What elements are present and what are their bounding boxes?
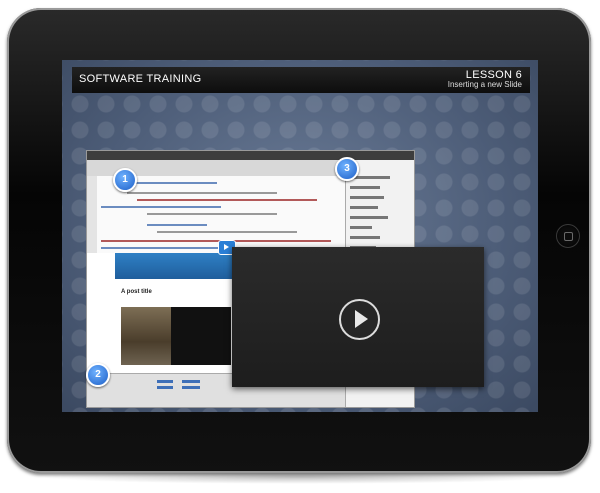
- panel-row: [350, 196, 384, 199]
- lesson-number: LESSON 6: [465, 69, 522, 81]
- lesson-info: LESSON 6 Inserting a new Slide: [447, 69, 522, 90]
- callout-marker-1: 1: [113, 168, 137, 192]
- code-line: [147, 213, 277, 215]
- play-icon: [355, 310, 368, 328]
- link-chip: [182, 380, 200, 383]
- callout-marker-2: 2: [86, 363, 110, 387]
- post-title: A post title: [121, 289, 152, 295]
- lesson-subtitle: Inserting a new Slide: [447, 80, 522, 89]
- panel-row: [350, 206, 378, 209]
- post-photo: [121, 307, 171, 365]
- code-line: [127, 192, 277, 194]
- code-line: [127, 182, 217, 184]
- code-line: [147, 224, 207, 226]
- home-button[interactable]: [556, 224, 580, 248]
- code-line: [157, 231, 297, 233]
- code-line: [101, 240, 331, 242]
- slide-header: SOFTWARE TRAINING LESSON 6 Inserting a n…: [72, 67, 530, 93]
- post-photo-dark: [171, 307, 231, 365]
- panel-row: [350, 226, 372, 229]
- code-line: [137, 199, 317, 201]
- link-chip: [182, 386, 200, 389]
- panel-row: [350, 186, 380, 189]
- line-number-gutter: [87, 176, 97, 253]
- panel-row: [350, 236, 380, 239]
- app-menubar: [87, 151, 414, 160]
- course-title: SOFTWARE TRAINING: [79, 73, 202, 85]
- link-chip: [157, 386, 173, 389]
- link-chip: [157, 380, 173, 383]
- play-button[interactable]: [339, 299, 380, 340]
- home-button-icon: [564, 232, 573, 241]
- callout-marker-3: 3: [335, 157, 359, 181]
- code-line: [101, 206, 221, 208]
- panel-row: [350, 216, 388, 219]
